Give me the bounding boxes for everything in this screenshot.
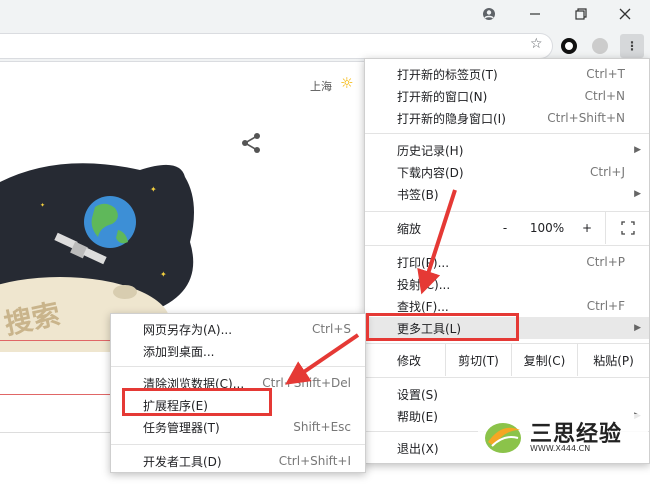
watermark: 三思经验 WWW.X444.CN	[478, 414, 648, 458]
watermark-logo-icon	[485, 423, 521, 453]
arrow-to-extensions	[285, 333, 360, 385]
watermark-url: WWW.X444.CN	[530, 444, 591, 453]
arrow-to-more-tools	[417, 189, 457, 295]
